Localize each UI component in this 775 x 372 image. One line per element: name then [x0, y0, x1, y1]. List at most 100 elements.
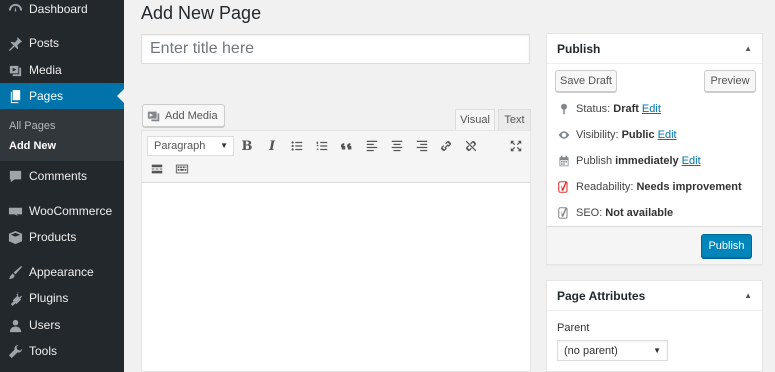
- admin-sidebar: Dashboard Posts Media Pages All Pages Ad…: [0, 0, 124, 372]
- status-value: Draft: [613, 102, 639, 115]
- parent-select[interactable]: (no parent) ▼: [557, 340, 668, 361]
- box-icon: [7, 229, 23, 245]
- visibility-label: Visibility:: [576, 128, 619, 141]
- add-media-label: Add Media: [165, 109, 218, 122]
- link-icon: [441, 141, 451, 151]
- numbered-list-icon: [316, 141, 328, 151]
- collapse-arrow-icon[interactable]: ▲: [744, 44, 752, 53]
- caret-down-icon: ▼: [653, 346, 661, 355]
- pages-icon: [7, 88, 23, 104]
- schedule-label: Publish: [576, 154, 613, 167]
- menu-comments[interactable]: Comments: [0, 163, 124, 189]
- menu-label: Posts: [29, 36, 60, 50]
- schedule-edit-link[interactable]: Edit: [682, 155, 701, 167]
- toolbar-toggle-button[interactable]: [172, 159, 192, 179]
- parent-value: (no parent): [564, 344, 618, 357]
- publish-box: Publish ▲ Save Draft Preview Status: Dra…: [546, 33, 763, 265]
- page-title: Add New Page: [141, 3, 262, 23]
- menu-label: Users: [29, 318, 61, 332]
- seo-value: Not available: [605, 206, 674, 219]
- align-right-button[interactable]: [412, 136, 432, 156]
- readability-label: Readability:: [576, 180, 634, 193]
- eye-icon: [557, 128, 570, 141]
- keyboard-icon: [175, 164, 189, 174]
- content-editor: Paragraph ▼ B I: [141, 130, 531, 372]
- menu-woocommerce[interactable]: WooCommerce: [0, 198, 124, 224]
- seo-row: SEO: Not available: [557, 206, 673, 219]
- insert-more-button[interactable]: [147, 159, 167, 179]
- schedule-value: immediately: [615, 154, 679, 167]
- menu-media[interactable]: Media: [0, 57, 124, 83]
- read-more-icon: [151, 164, 163, 174]
- menu-label: Pages: [29, 89, 64, 103]
- menu-tools[interactable]: Tools: [0, 338, 124, 364]
- tab-text[interactable]: Text: [498, 109, 531, 130]
- menu-appearance[interactable]: Appearance: [0, 259, 124, 285]
- yoast-seo-icon: [557, 206, 570, 219]
- bullet-list-button[interactable]: [287, 136, 307, 156]
- menu-dashboard[interactable]: Dashboard: [0, 0, 124, 22]
- user-icon: [7, 317, 23, 333]
- add-media-button[interactable]: Add Media: [142, 104, 225, 127]
- media-icon: [7, 62, 23, 78]
- menu-pages[interactable]: Pages: [0, 83, 124, 109]
- woocommerce-icon: [7, 203, 23, 219]
- format-select[interactable]: Paragraph ▼: [147, 136, 234, 156]
- tab-visual[interactable]: Visual: [455, 109, 495, 130]
- schedule-row: Publish immediately Edit: [557, 154, 701, 167]
- media-icon: [147, 111, 160, 121]
- editor-content-area[interactable]: [142, 183, 530, 371]
- fullscreen-icon: [510, 140, 522, 152]
- menu-plugins[interactable]: Plugins: [0, 285, 124, 311]
- title-input[interactable]: [141, 34, 530, 64]
- yoast-readability-icon: [557, 180, 570, 193]
- align-left-icon: [366, 140, 378, 152]
- submenu-add-new[interactable]: Add New: [9, 140, 56, 152]
- menu-label: Dashboard: [29, 2, 88, 16]
- bold-button[interactable]: B: [237, 136, 257, 156]
- menu-products[interactable]: Products: [0, 224, 124, 250]
- remove-link-button[interactable]: [461, 136, 481, 156]
- preview-button[interactable]: Preview: [704, 70, 756, 92]
- visibility-row: Visibility: Public Edit: [557, 128, 677, 141]
- collapse-arrow-icon[interactable]: ▲: [744, 291, 752, 300]
- italic-button[interactable]: I: [262, 136, 282, 156]
- menu-users[interactable]: Users: [0, 312, 124, 338]
- align-left-button[interactable]: [362, 136, 382, 156]
- pages-submenu: All Pages Add New: [0, 109, 124, 161]
- pin-icon: [557, 102, 570, 115]
- comment-icon: [7, 168, 23, 184]
- readability-row: Readability: Needs improvement: [557, 180, 742, 193]
- visibility-edit-link[interactable]: Edit: [658, 129, 677, 141]
- menu-label: Tools: [29, 344, 58, 358]
- save-draft-button[interactable]: Save Draft: [555, 70, 617, 92]
- caret-down-icon: ▼: [220, 141, 228, 150]
- menu-label: WooCommerce: [29, 204, 113, 218]
- blockquote-button[interactable]: [337, 136, 357, 156]
- align-right-icon: [416, 140, 428, 152]
- dashboard-icon: [7, 1, 23, 17]
- numbered-list-button[interactable]: [312, 136, 332, 156]
- calendar-icon: [557, 154, 570, 167]
- page-attributes-box: Page Attributes ▲ Parent (no parent) ▼: [546, 280, 763, 372]
- submenu-all-pages[interactable]: All Pages: [9, 120, 55, 132]
- align-center-button[interactable]: [387, 136, 407, 156]
- publish-box-heading: Publish: [547, 34, 762, 64]
- editor-toolbar: Paragraph ▼ B I: [142, 131, 530, 183]
- menu-posts[interactable]: Posts: [0, 30, 124, 56]
- insert-link-button[interactable]: [436, 136, 456, 156]
- plug-icon: [7, 290, 23, 306]
- wrench-icon: [7, 343, 23, 359]
- pin-icon: [7, 35, 23, 51]
- parent-label: Parent: [557, 322, 590, 334]
- fullscreen-button[interactable]: [506, 136, 526, 156]
- menu-label: Plugins: [29, 291, 69, 305]
- unlink-icon: [465, 140, 477, 152]
- publish-button[interactable]: Publish: [701, 234, 752, 258]
- brush-icon: [7, 264, 23, 280]
- status-row: Status: Draft Edit: [557, 102, 661, 115]
- status-edit-link[interactable]: Edit: [642, 103, 661, 115]
- format-value: Paragraph: [154, 140, 206, 152]
- menu-label: Appearance: [29, 265, 94, 279]
- visibility-value: Public: [621, 128, 655, 141]
